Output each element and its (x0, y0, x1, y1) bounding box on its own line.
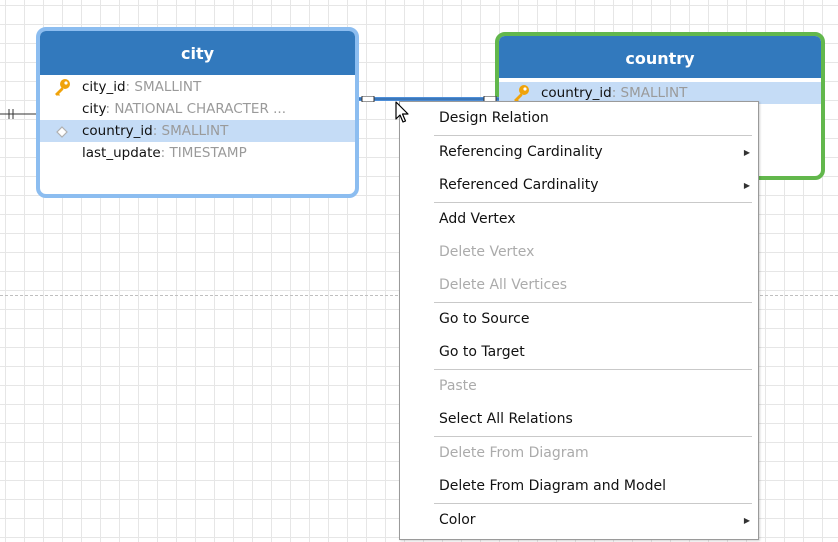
attribute-type: : SMALLINT (152, 123, 229, 139)
mouse-cursor-icon (395, 101, 409, 123)
attribute-row[interactable]: city: NATIONAL CHARACTER ... (40, 98, 355, 120)
menu-item-label: Delete From Diagram (439, 445, 589, 461)
menu-item-color[interactable]: Color ▶ (400, 504, 758, 537)
menu-item-label: Color (439, 512, 476, 528)
menu-item-label: Delete Vertex (439, 244, 535, 260)
entity-title[interactable]: country (499, 36, 821, 78)
menu-item-delete-from-diagram: Delete From Diagram (400, 437, 758, 470)
menu-item-delete-from-diagram-and-model[interactable]: Delete From Diagram and Model (400, 470, 758, 503)
foreign-key-diamond-icon (52, 120, 72, 142)
key-icon (52, 76, 72, 98)
attribute-type: : SMALLINT (611, 85, 688, 101)
menu-item-select-all-relations[interactable]: Select All Relations (400, 403, 758, 436)
attribute-list: city_id: SMALLINT city: NATIONAL CHARACTE… (40, 75, 355, 164)
submenu-arrow-icon: ▶ (743, 181, 750, 190)
attribute-name: country_id (541, 85, 612, 101)
menu-item-delete-vertex: Delete Vertex (400, 236, 758, 269)
menu-item-label: Paste (439, 378, 477, 394)
attribute-row[interactable]: last_update: TIMESTAMP (40, 142, 355, 164)
menu-item-paste: Paste (400, 370, 758, 403)
attribute-row[interactable]: city_id: SMALLINT (40, 76, 355, 98)
relation-endpoint-marker (0, 109, 40, 119)
menu-item-referencing-cardinality[interactable]: Referencing Cardinality ▶ (400, 136, 758, 169)
attribute-type: : TIMESTAMP (160, 145, 247, 161)
attribute-type: : NATIONAL CHARACTER ... (105, 101, 287, 117)
menu-item-add-vertex[interactable]: Add Vertex (400, 203, 758, 236)
menu-item-label: Select All Relations (439, 411, 573, 427)
menu-item-go-to-target[interactable]: Go to Target (400, 336, 758, 369)
menu-item-label: Add Vertex (439, 211, 516, 227)
menu-item-design-relation[interactable]: Design Relation (400, 102, 758, 135)
menu-item-label: Design Relation (439, 110, 549, 126)
attribute-name: country_id (82, 123, 153, 139)
menu-item-label: Delete All Vertices (439, 277, 568, 293)
menu-item-referenced-cardinality[interactable]: Referenced Cardinality ▶ (400, 169, 758, 202)
submenu-arrow-icon: ▶ (743, 148, 750, 157)
menu-item-label: Go to Source (439, 311, 530, 327)
attribute-row[interactable]: country_id: SMALLINT (40, 120, 355, 142)
context-menu: Design Relation Referencing Cardinality ▶ R… (399, 101, 759, 540)
menu-item-label: Referencing Cardinality (439, 144, 603, 160)
menu-item-label: Delete From Diagram and Model (439, 478, 666, 494)
attribute-name: city (82, 101, 106, 117)
attribute-type: : SMALLINT (125, 79, 202, 95)
entity-title[interactable]: city (40, 31, 355, 75)
attribute-name: city_id (82, 79, 126, 95)
menu-item-delete-all-vertices: Delete All Vertices (400, 269, 758, 302)
submenu-arrow-icon: ▶ (743, 516, 750, 525)
attribute-name: last_update (82, 145, 161, 161)
entity-city[interactable]: city city_id: SMALLINT city: NATIONAL CHA… (36, 27, 359, 198)
menu-item-label: Go to Target (439, 344, 525, 360)
menu-item-go-to-source[interactable]: Go to Source (400, 303, 758, 336)
menu-item-label: Referenced Cardinality (439, 177, 599, 193)
